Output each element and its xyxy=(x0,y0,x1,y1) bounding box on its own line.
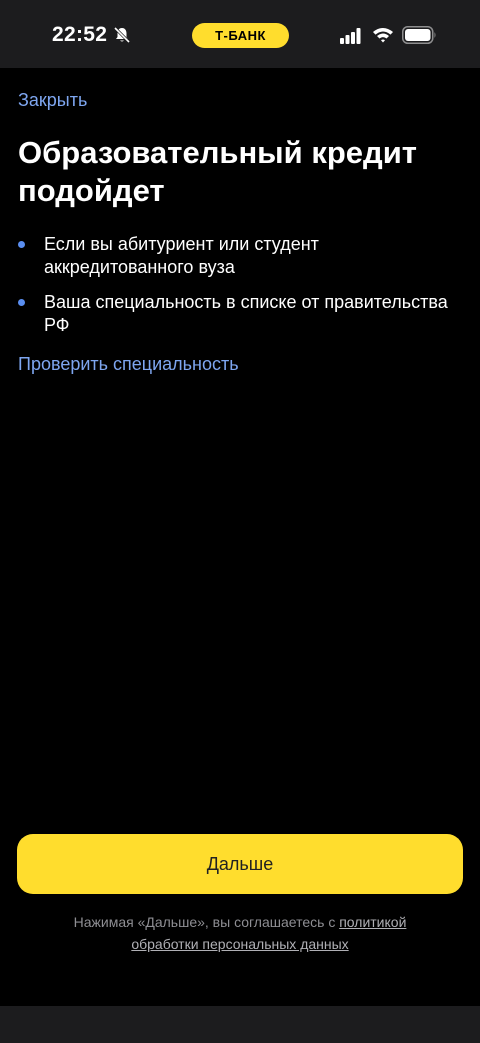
page-title: Образовательный кредит подойдет xyxy=(18,135,417,208)
cellular-signal-icon xyxy=(340,28,361,44)
status-bar: 22:52 Т-БАНК xyxy=(0,0,480,68)
list-item-text: Если вы абитуриент или студент аккредито… xyxy=(44,234,319,277)
bullet-dot-icon xyxy=(18,241,25,248)
battery-icon xyxy=(402,26,436,44)
list-item: Ваша специальность в списке от правитель… xyxy=(18,291,458,337)
consent-text: Нажимая «Дальше», вы соглашаетесь с поли… xyxy=(40,911,440,955)
bank-pill-label: Т-БАНК xyxy=(215,28,266,43)
bullet-dot-icon xyxy=(18,299,25,306)
check-specialty-link[interactable]: Проверить специальность xyxy=(18,354,239,375)
next-button[interactable]: Дальше xyxy=(17,834,463,894)
list-item: Если вы абитуриент или студент аккредито… xyxy=(18,233,458,279)
bottom-bar xyxy=(0,1006,480,1043)
consent-prefix: Нажимая «Дальше», вы соглашаетесь с xyxy=(73,914,340,930)
close-link[interactable]: Закрыть xyxy=(18,90,87,111)
list-item-text: Ваша специальность в списке от правитель… xyxy=(44,292,448,335)
bank-pill[interactable]: Т-БАНК xyxy=(192,23,289,48)
conditions-list: Если вы абитуриент или студент аккредито… xyxy=(18,233,458,349)
status-time: 22:52 xyxy=(52,23,108,46)
bell-muted-icon xyxy=(113,26,131,44)
wifi-icon xyxy=(373,28,393,43)
